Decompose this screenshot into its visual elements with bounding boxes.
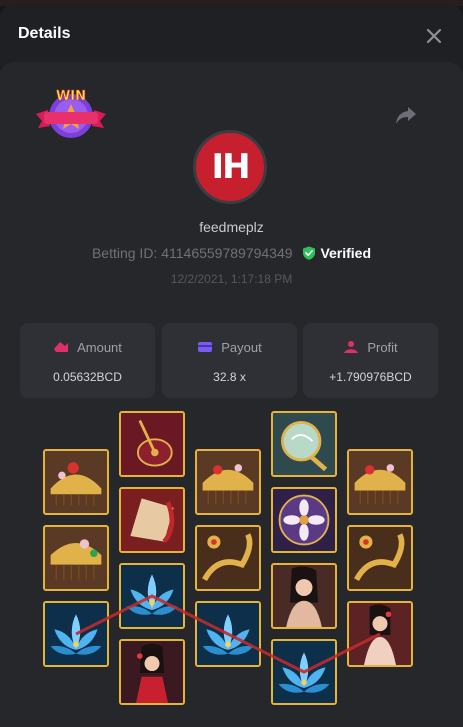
betting-id: Betting ID: 41146559789794349 — [91, 245, 293, 261]
betting-id-line: Betting ID: 41146559789794349 Verified — [0, 245, 463, 261]
win-badge: WIN — [34, 86, 108, 142]
slot-tile-mirror — [271, 411, 337, 477]
slot-tile-comb — [347, 449, 413, 515]
modal-title: Details — [18, 25, 71, 42]
amount-label-row: Amount — [20, 340, 155, 355]
slot-tile-comb — [43, 525, 109, 591]
slot-tile-lotus — [271, 639, 337, 705]
username: feedmeplz — [199, 219, 264, 235]
slot-tile-fan — [119, 487, 185, 553]
slot-tile-comb — [195, 449, 261, 515]
profit-icon — [344, 341, 359, 353]
slot-tile-lady — [271, 563, 337, 629]
avatar-initials: IH — [211, 147, 250, 187]
payout-value: 32.8 x — [213, 370, 246, 384]
slot-tile-lady — [347, 601, 413, 667]
slot-tile-comb — [43, 449, 109, 515]
profit-label-row: Profit — [303, 340, 438, 355]
payout-label-row: Payout — [162, 340, 297, 355]
profit-value: +1.790976BCD — [329, 370, 412, 384]
amount-stat: Amount 0.05632BCD — [20, 323, 155, 398]
slot-tile-lotus — [119, 563, 185, 629]
share-button[interactable] — [394, 104, 418, 126]
wallet-icon — [198, 342, 213, 352]
profit-stat: Profit +1.790976BCD — [303, 323, 438, 398]
slot-tile-comb — [347, 525, 413, 591]
modal-header: Details — [0, 4, 463, 62]
slot-tile-lotus — [195, 601, 261, 667]
slot-tile-dancer — [119, 639, 185, 705]
amount-value: 0.05632BCD — [53, 370, 122, 384]
amount-icon — [54, 342, 69, 352]
payout-label: Payout — [221, 340, 262, 355]
profit-label: Profit — [367, 340, 398, 355]
slot-tile-flower-plate — [271, 487, 337, 553]
verified-shield-icon — [303, 246, 316, 260]
close-icon — [426, 28, 442, 44]
close-button[interactable] — [424, 26, 444, 46]
avatar: IH — [193, 130, 267, 204]
amount-label: Amount — [77, 340, 122, 355]
payout-stat: Payout 32.8 x — [162, 323, 297, 398]
slot-tile-lotus — [43, 601, 109, 667]
verified-label: Verified — [320, 245, 372, 261]
slot-tile-pipa — [119, 411, 185, 477]
win-badge-label: WIN — [56, 89, 86, 104]
share-icon — [396, 107, 416, 124]
slot-tile-comb — [195, 525, 261, 591]
bet-timestamp: 12/2/2021, 1:17:18 PM — [170, 272, 293, 286]
